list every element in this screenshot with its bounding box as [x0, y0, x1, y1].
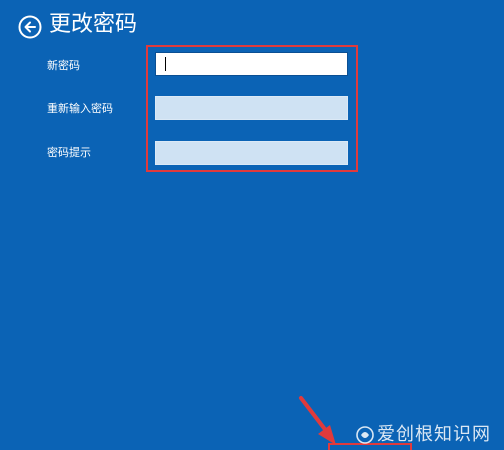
watermark-logo-icon	[356, 426, 374, 444]
reenter-password-label: 重新输入密码	[47, 102, 113, 115]
watermark: 爱创根知识网	[356, 424, 491, 446]
password-hint-label: 密码提示	[47, 146, 91, 159]
back-button[interactable]	[18, 15, 42, 39]
annotation-highlight-box	[146, 45, 358, 172]
arrow-left-circle-icon	[18, 15, 42, 39]
new-password-label: 新密码	[47, 59, 80, 72]
page-title: 更改密码	[49, 12, 138, 37]
watermark-text: 爱创根知识网	[377, 424, 491, 445]
annotation-arrow-icon	[299, 396, 336, 445]
